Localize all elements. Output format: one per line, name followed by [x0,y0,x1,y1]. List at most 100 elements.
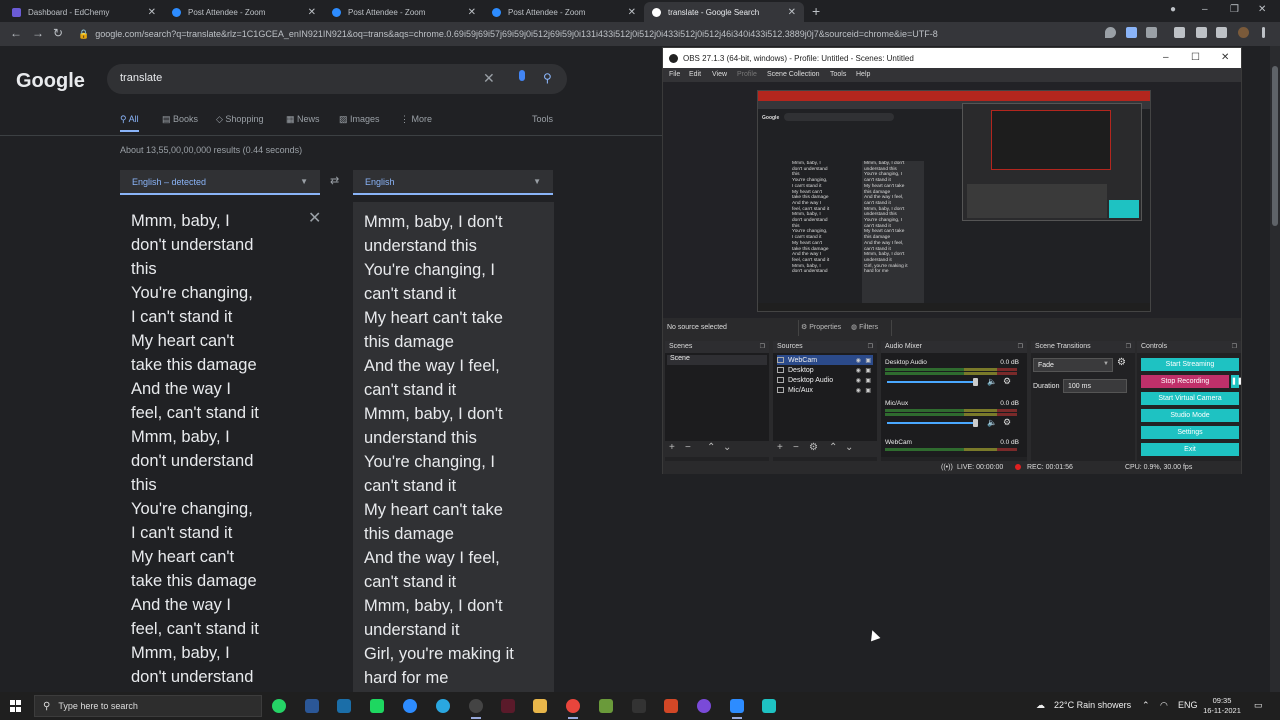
file-explorer-icon[interactable] [533,699,547,713]
source-text[interactable]: Mmm, baby, I don't understand this You'r… [131,209,299,689]
wifi-icon[interactable]: ◠ [1160,700,1168,711]
zoom-icon[interactable] [403,699,417,713]
volume-slider-handle[interactable] [973,378,978,386]
menu-edit[interactable]: Edit [689,71,701,78]
lock-icon[interactable]: ▣ [865,367,871,374]
add-source-icon[interactable]: + [777,442,783,453]
extensions-icon[interactable] [1196,27,1207,38]
epic-games-icon[interactable] [632,699,646,713]
volume-slider[interactable] [887,422,973,424]
scene-item[interactable]: Scene [667,355,767,365]
taskbar-search-input[interactable]: ⚲ Type here to search [34,695,262,717]
tab-close-icon[interactable]: ✕ [628,7,636,18]
zoom-meetings-icon[interactable] [730,699,744,719]
add-scene-icon[interactable]: + [669,442,675,453]
dock-float-icon[interactable]: ❐ [1018,343,1023,350]
steam-icon[interactable] [337,699,351,713]
settings-button[interactable]: Settings [1141,426,1239,439]
stop-recording-button[interactable]: Stop Recording [1141,375,1229,388]
browser-tab-zoom-3[interactable]: Post Attendee - Zoom ✕ [484,2,644,22]
minecraft-icon[interactable] [599,699,613,713]
tools-button[interactable]: Tools [532,114,553,124]
properties-button[interactable]: ⚙ Properties [801,323,841,331]
address-bar[interactable]: 🔒 google.com/search?q=translate&rlz=1C1G… [78,25,1098,43]
new-tab-button[interactable]: + [812,3,820,19]
side-panel-icon[interactable] [1216,27,1227,38]
app-purple-icon[interactable] [697,699,711,713]
visibility-icon[interactable]: ◉ [856,377,861,384]
move-down-icon[interactable]: ⌄ [723,442,731,453]
browser-tab-edchemy[interactable]: Dashboard - EdChemy ✕ [4,2,164,22]
clear-search-icon[interactable]: ✕ [483,70,495,87]
profile-icon[interactable]: ● [1170,4,1176,15]
remove-source-icon[interactable]: − [793,442,799,453]
swap-languages-icon[interactable]: ⇄ [330,174,339,187]
menu-tools[interactable]: Tools [830,71,846,78]
source-language-select[interactable]: English – detected ▼ [120,170,320,195]
transition-select[interactable]: Fade ▼ [1033,358,1113,372]
language-indicator[interactable]: ENG [1178,700,1198,710]
exit-button[interactable]: Exit [1141,443,1239,456]
tab-close-icon[interactable]: ✕ [308,7,316,18]
remove-scene-icon[interactable]: − [685,442,691,453]
studio-mode-button[interactable]: Studio Mode [1141,409,1239,422]
source-item-desktop-audio[interactable]: Desktop Audio ◉ ▣ [777,375,873,385]
translate-icon[interactable] [1126,27,1137,38]
app-red-icon[interactable] [501,699,515,713]
browser-tab-zoom-2[interactable]: Post Attendee - Zoom ✕ [324,2,484,22]
close-icon[interactable]: ✕ [1221,52,1229,63]
scrollbar-thumb[interactable] [1272,66,1278,226]
transition-settings-gear-icon[interactable]: ⚙ [1117,357,1126,368]
tab-images[interactable]: ▨ Images [339,114,380,125]
google-logo[interactable]: Google [16,70,85,93]
source-text-area[interactable]: Mmm, baby, I don't understand this You'r… [120,202,334,692]
menu-help[interactable]: Help [856,71,870,78]
edge-icon[interactable] [436,699,450,713]
notification-icon[interactable]: ▭ [1254,700,1263,711]
lock-icon[interactable]: ▣ [865,387,871,394]
visibility-icon[interactable]: ◉ [856,367,861,374]
word-icon[interactable] [305,699,319,713]
obs-icon[interactable] [469,699,483,719]
share-icon[interactable] [1146,27,1157,38]
windows-start-icon[interactable] [10,700,22,712]
tray-expand-icon[interactable]: ⌃ [1142,700,1150,711]
menu-dots-icon[interactable] [1262,27,1265,38]
chrome-icon[interactable] [566,699,580,719]
menu-view[interactable]: View [712,71,727,78]
source-item-desktop[interactable]: Desktop ◉ ▣ [777,365,873,375]
search-input[interactable]: translate ✕ ⚲ [107,64,567,94]
move-down-icon[interactable]: ⌄ [845,442,853,453]
browser-tab-zoom-1[interactable]: Post Attendee - Zoom ✕ [164,2,324,22]
close-window-icon[interactable]: ✕ [1258,4,1266,15]
source-properties-icon[interactable]: ⚙ [809,442,818,453]
weather-icon[interactable]: ☁ [1036,700,1045,711]
tab-close-icon[interactable]: ✕ [468,7,476,18]
menu-profile[interactable]: Profile [737,71,757,78]
tab-all[interactable]: ⚲ All [120,114,139,132]
search-icon[interactable]: ⚲ [543,71,552,85]
minimize-icon[interactable]: – [1202,4,1208,15]
gear-icon[interactable]: ⚙ [1003,376,1011,387]
mute-icon[interactable]: 🔈 [987,377,997,386]
target-language-select[interactable]: English ▼ [353,170,553,195]
tab-more[interactable]: ⋮ More [400,114,432,125]
powerpoint-icon[interactable] [664,699,678,713]
avatar[interactable] [1238,27,1249,38]
dock-float-icon[interactable]: ❐ [868,343,873,350]
source-item-webcam[interactable]: WebCam ◉ ▣ [777,355,873,365]
move-up-icon[interactable]: ⌃ [707,442,715,453]
volume-slider[interactable] [887,381,973,383]
weather-text[interactable]: 22°C Rain showers [1054,700,1131,710]
app-teal-icon[interactable] [762,699,776,713]
filters-button[interactable]: ◍ Filters [851,323,878,331]
volume-slider-handle[interactable] [973,419,978,427]
dock-float-icon[interactable]: ❐ [1126,343,1131,350]
location-icon[interactable] [1105,27,1116,38]
start-virtual-camera-button[interactable]: Start Virtual Camera [1141,392,1239,405]
whatsapp-icon[interactable] [272,699,286,713]
dock-float-icon[interactable]: ❐ [760,343,765,350]
browser-tab-google[interactable]: translate - Google Search ✕ [644,2,804,22]
move-up-icon[interactable]: ⌃ [829,442,837,453]
menu-scene-collection[interactable]: Scene Collection [767,71,820,78]
